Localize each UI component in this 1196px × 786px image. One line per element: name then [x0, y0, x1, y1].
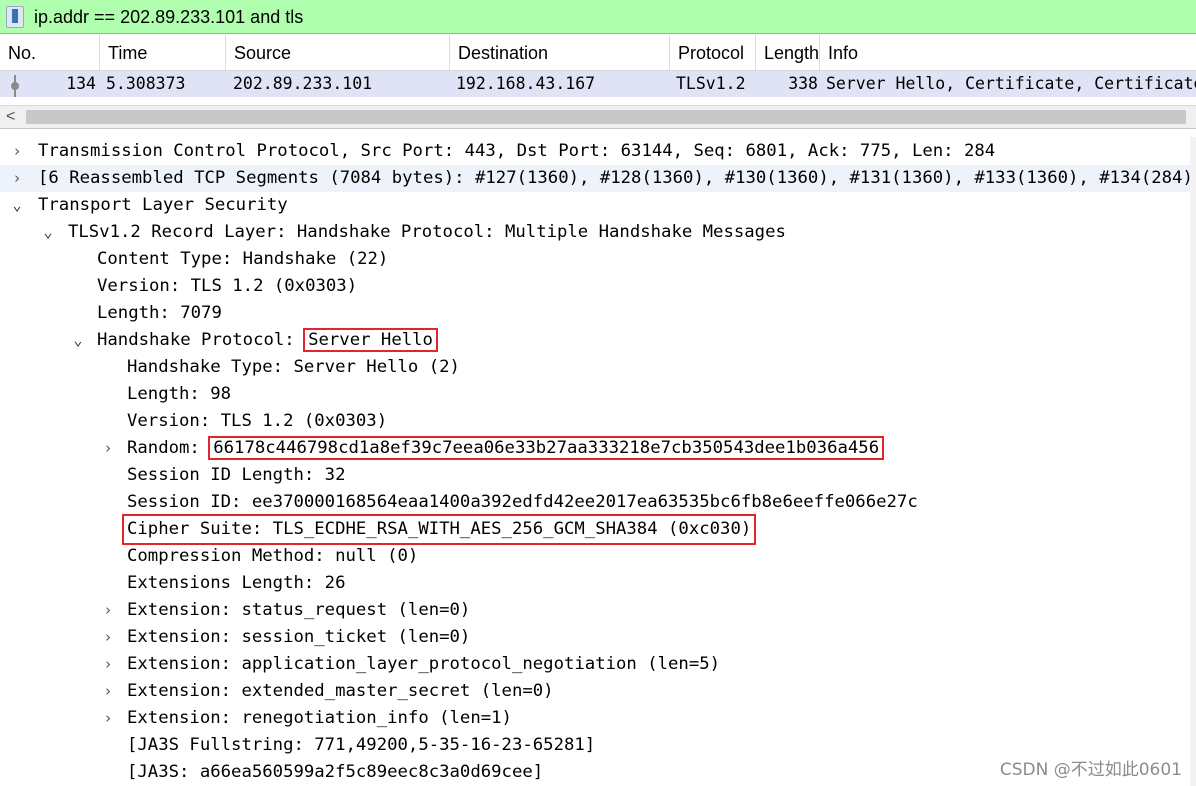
chevron-right-icon[interactable]: ›	[100, 705, 116, 732]
tree-row-label: Extension: application_layer_protocol_ne…	[127, 654, 721, 674]
handshake-protocol-label: Handshake Protocol:	[97, 330, 306, 350]
tree-row-handshake-version[interactable]: Version: TLS 1.2 (0x0303)	[0, 408, 1196, 435]
tree-row-random[interactable]: › Random: 66178c446798cd1a8ef39c7eea06e3…	[0, 435, 1196, 462]
scroll-left-arrow-icon[interactable]: <	[6, 107, 15, 127]
random-label: Random:	[127, 438, 211, 458]
chevron-right-icon[interactable]: ›	[100, 651, 116, 678]
tree-row-handshake-type[interactable]: Handshake Type: Server Hello (2)	[0, 354, 1196, 381]
column-header-info[interactable]: Info	[820, 35, 1196, 70]
packet-list-hscrollbar[interactable]: <	[0, 105, 1196, 129]
tree-row-label: Length: 7079	[97, 303, 222, 323]
packet-time: 5.308373	[106, 74, 186, 93]
details-vscrollbar[interactable]	[1190, 137, 1196, 786]
column-header-source[interactable]: Source	[226, 35, 450, 70]
random-value-highlight: 66178c446798cd1a8ef39c7eea06e33b27aa3332…	[208, 436, 885, 460]
tree-row-session-id-length[interactable]: Session ID Length: 32	[0, 462, 1196, 489]
tree-row-label: Extension: renegotiation_info (len=1)	[127, 708, 512, 728]
chevron-right-icon[interactable]: ›	[100, 597, 116, 624]
chevron-right-icon[interactable]: ›	[100, 435, 116, 462]
tree-row-tcp[interactable]: › Transmission Control Protocol, Src Por…	[0, 138, 1196, 165]
tree-row-reassembled[interactable]: › [6 Reassembled TCP Segments (7084 byte…	[0, 165, 1196, 192]
tree-row-label-group: Random: 66178c446798cd1a8ef39c7eea06e33b…	[127, 435, 885, 462]
bookmark-icon[interactable]	[6, 6, 24, 28]
column-header-no[interactable]: No.	[0, 35, 100, 70]
packet-info: Server Hello, Certificate, Certificate S…	[826, 74, 1196, 93]
tree-row-ext-session-ticket[interactable]: › Extension: session_ticket (len=0)	[0, 624, 1196, 651]
tree-row-ext-renegotiation-info[interactable]: › Extension: renegotiation_info (len=1)	[0, 705, 1196, 732]
tree-row-record-length[interactable]: Length: 7079	[0, 300, 1196, 327]
server-hello-highlight: Server Hello	[303, 328, 438, 352]
packet-list-header: No. Time Source Destination Protocol Len…	[0, 35, 1196, 71]
tree-row-compression-method[interactable]: Compression Method: null (0)	[0, 543, 1196, 570]
tree-row-label: [JA3S Fullstring: 771,49200,5-35-16-23-6…	[127, 735, 596, 755]
tree-row-ext-extended-master-secret[interactable]: › Extension: extended_master_secret (len…	[0, 678, 1196, 705]
chevron-down-icon[interactable]: ⌄	[70, 327, 86, 354]
packet-details-tree: › Transmission Control Protocol, Src Por…	[0, 137, 1196, 786]
tree-row-label: Version: TLS 1.2 (0x0303)	[97, 276, 358, 296]
packet-length: 338	[788, 74, 818, 93]
tree-row-ext-status-request[interactable]: › Extension: status_request (len=0)	[0, 597, 1196, 624]
chevron-right-icon[interactable]: ›	[100, 624, 116, 651]
chevron-right-icon[interactable]: ›	[100, 678, 116, 705]
next-row-peek	[0, 97, 1196, 105]
chevron-right-icon[interactable]: ›	[9, 165, 25, 192]
tree-row-handshake-protocol[interactable]: ⌄ Handshake Protocol: Server Hello	[0, 327, 1196, 354]
tree-row-label: Session ID: ee370000168564eaa1400a392edf…	[127, 492, 918, 512]
tree-row-label: TLSv1.2 Record Layer: Handshake Protocol…	[68, 222, 786, 242]
tree-row-label: Extension: status_request (len=0)	[127, 600, 471, 620]
tree-row-session-id[interactable]: Session ID: ee370000168564eaa1400a392edf…	[0, 489, 1196, 516]
cipher-suite-highlight: Cipher Suite: TLS_ECDHE_RSA_WITH_AES_256…	[121, 514, 757, 545]
column-header-time[interactable]: Time	[100, 35, 226, 70]
csdn-watermark: CSDN @不过如此0601	[999, 760, 1182, 780]
tree-row-label: Handshake Type: Server Hello (2)	[127, 357, 460, 377]
column-header-protocol[interactable]: Protocol	[670, 35, 756, 70]
tree-row-label: Extensions Length: 26	[127, 573, 346, 593]
tree-row-label: [6 Reassembled TCP Segments (7084 bytes)…	[38, 168, 1196, 188]
related-packet-marker-icon	[11, 75, 19, 97]
column-header-destination[interactable]: Destination	[450, 35, 670, 70]
tree-row-label: Length: 98	[127, 384, 232, 404]
tree-row-label: [JA3S: a66ea560599a2f5c89eec8c3a0d69cee]	[127, 762, 544, 782]
column-header-length[interactable]: Length	[756, 35, 820, 70]
tree-row-label: Transport Layer Security	[38, 195, 288, 215]
display-filter-input[interactable]: ip.addr == 202.89.233.101 and tls	[34, 4, 303, 30]
packet-row-selected[interactable]: 134 5.308373 202.89.233.101 192.168.43.1…	[0, 71, 1196, 97]
packet-protocol: TLSv1.2	[676, 74, 746, 93]
tree-row-label: Extension: session_ticket (len=0)	[127, 627, 471, 647]
packet-source: 202.89.233.101	[233, 74, 373, 93]
tree-row-extensions-length[interactable]: Extensions Length: 26	[0, 570, 1196, 597]
tree-row-label: Content Type: Handshake (22)	[97, 249, 389, 269]
tree-row-cipher-suite[interactable]: Cipher Suite: TLS_ECDHE_RSA_WITH_AES_256…	[0, 514, 1196, 545]
tree-row-label: Session ID Length: 32	[127, 465, 346, 485]
tree-row-label: Compression Method: null (0)	[127, 546, 419, 566]
packet-no: 134	[66, 74, 96, 93]
scroll-thumb[interactable]	[26, 110, 1186, 124]
display-filter-bar: ip.addr == 202.89.233.101 and tls	[0, 0, 1196, 34]
chevron-down-icon[interactable]: ⌄	[9, 192, 25, 219]
tree-row-content-type[interactable]: Content Type: Handshake (22)	[0, 246, 1196, 273]
tree-row-ext-alpn[interactable]: › Extension: application_layer_protocol_…	[0, 651, 1196, 678]
tree-row-label: Transmission Control Protocol, Src Port:…	[38, 141, 996, 161]
tree-row-tls[interactable]: ⌄ Transport Layer Security	[0, 192, 1196, 219]
tree-row-handshake-length[interactable]: Length: 98	[0, 381, 1196, 408]
tree-row-label: Extension: extended_master_secret (len=0…	[127, 681, 554, 701]
tree-row-label: Version: TLS 1.2 (0x0303)	[127, 411, 388, 431]
chevron-down-icon[interactable]: ⌄	[40, 219, 56, 246]
chevron-right-icon[interactable]: ›	[9, 138, 25, 165]
tree-row-record-version[interactable]: Version: TLS 1.2 (0x0303)	[0, 273, 1196, 300]
tree-row-record-layer[interactable]: ⌄ TLSv1.2 Record Layer: Handshake Protoc…	[0, 219, 1196, 246]
packet-destination: 192.168.43.167	[456, 74, 596, 93]
tree-row-label-group: Handshake Protocol: Server Hello	[97, 327, 438, 354]
